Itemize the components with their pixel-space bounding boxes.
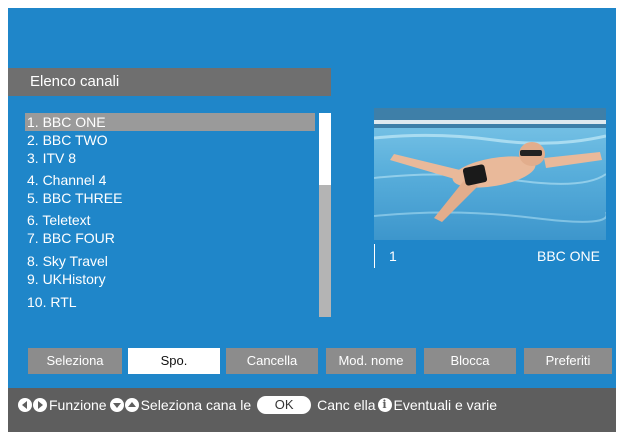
seleziona-button[interactable]: Seleziona (28, 348, 122, 374)
channel-item[interactable]: 8. Sky Travel (25, 252, 315, 270)
ok-icon: OK (257, 396, 312, 414)
channel-list[interactable]: 1. BBC ONE 2. BBC TWO 3. ITV 8 4. Channe… (25, 113, 315, 311)
channel-item[interactable]: 5. BBC THREE (25, 189, 315, 207)
help-row: Funzione Seleziona cana le OK Canc ella … (18, 395, 497, 415)
right-arrow-icon (33, 398, 47, 412)
help-eventuali: Eventuali e varie (393, 397, 498, 413)
channel-item[interactable]: 1. BBC ONE (25, 113, 315, 131)
left-arrow-icon (18, 398, 32, 412)
channel-item[interactable]: 4. Channel 4 (25, 171, 315, 189)
info-icon: i (377, 398, 392, 412)
channel-list-panel: 1. BBC ONE 2. BBC TWO 3. ITV 8 4. Channe… (8, 104, 338, 320)
spo-button[interactable]: Spo. (128, 348, 220, 374)
scrollbar-thumb[interactable] (319, 113, 331, 185)
preview-caption: 1 BBC ONE (374, 244, 606, 268)
channel-item[interactable]: 7. BBC FOUR (25, 229, 315, 247)
channel-item[interactable]: 10. RTL (25, 293, 315, 311)
channel-item[interactable]: 9. UKHistory (25, 270, 315, 288)
help-bar: Funzione Seleziona cana le OK Canc ella … (8, 388, 616, 432)
mod-nome-button[interactable]: Mod. nome (326, 348, 416, 374)
up-arrow-icon (124, 398, 139, 412)
down-arrow-icon (109, 398, 124, 412)
preferiti-button[interactable]: Preferiti (524, 348, 612, 374)
preview-image (374, 108, 606, 240)
help-seleziona-canale: Seleziona cana le (140, 397, 252, 413)
preview-channel-number: 1 (389, 248, 397, 264)
channel-item[interactable]: 2. BBC TWO (25, 131, 315, 149)
button-bar: Seleziona Spo. Cancella Mod. nome Blocca… (28, 348, 614, 374)
help-cancella: Canc ella (317, 397, 376, 413)
scrollbar[interactable] (319, 113, 331, 317)
help-funzione: Funzione (49, 397, 107, 413)
channel-item[interactable]: 6. Teletext (25, 211, 315, 229)
swimmer-image (374, 108, 606, 223)
page-title: Elenco canali (8, 68, 331, 96)
blocca-button[interactable]: Blocca (424, 348, 516, 374)
channel-item[interactable]: 3. ITV 8 (25, 149, 315, 167)
cancella-button[interactable]: Cancella (226, 348, 318, 374)
tv-screen: Elenco canali 1. BBC ONE 2. BBC TWO 3. I… (8, 8, 616, 432)
channel-preview: 1 BBC ONE (374, 108, 606, 268)
preview-channel-name: BBC ONE (536, 248, 600, 264)
